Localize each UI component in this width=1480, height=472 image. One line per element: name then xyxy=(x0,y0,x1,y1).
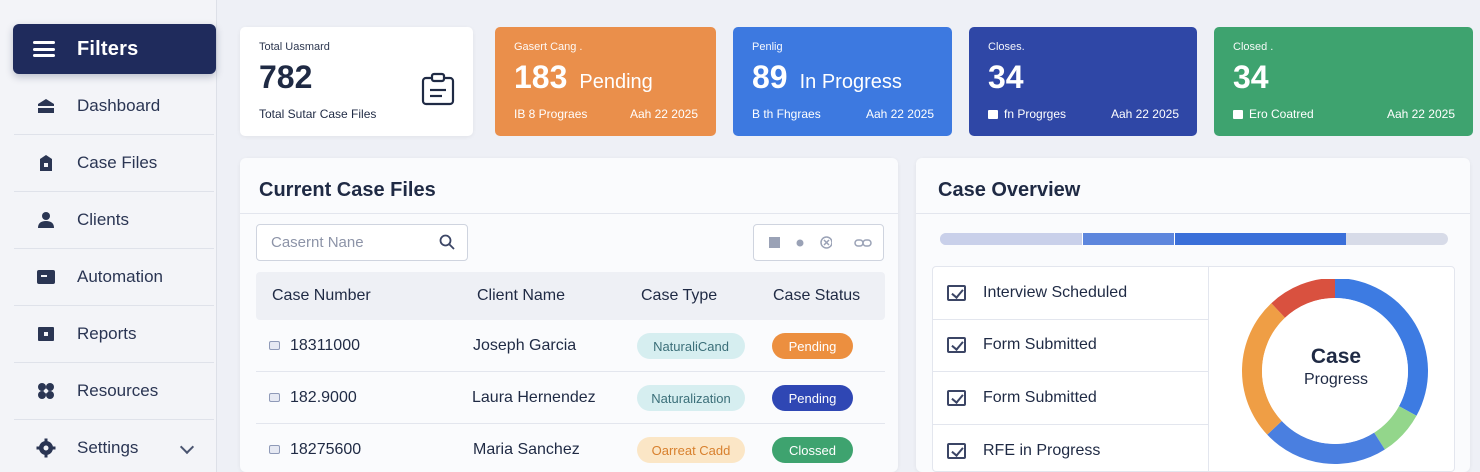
stat-label: Gasert Cang . xyxy=(514,41,583,53)
case-number: 18311000 xyxy=(290,337,360,354)
sidebar-item-resources[interactable]: Resources xyxy=(14,363,214,420)
checkbox-icon[interactable] xyxy=(947,284,966,301)
sidebar-item-dashboard[interactable]: Dashboard xyxy=(14,78,214,135)
sidebar-item-reports[interactable]: Reports xyxy=(14,306,214,363)
resources-icon xyxy=(36,382,56,400)
dashboard-icon xyxy=(36,97,56,115)
clipboard-icon xyxy=(421,72,455,106)
settings-icon xyxy=(36,438,56,458)
client-name: Joseph Garcia xyxy=(473,337,577,354)
case-files-panel: Current Case Files Case Number Client Na… xyxy=(240,158,898,472)
stat-card-in-progress[interactable]: Penlig 89 In Progress B th Fhgraes Aah 22 … xyxy=(733,27,952,136)
grid-view-icon[interactable] xyxy=(768,237,780,249)
donut-center-title: Case xyxy=(1310,345,1362,368)
filters-label: Filters xyxy=(77,37,139,60)
square-icon xyxy=(1233,109,1243,119)
column-header[interactable]: Case Number xyxy=(272,287,371,305)
divider xyxy=(1208,267,1209,472)
file-icon xyxy=(269,341,280,350)
checkbox-icon[interactable] xyxy=(947,337,966,354)
checkbox-icon[interactable] xyxy=(947,442,966,459)
checklist-item[interactable]: Form Submitted xyxy=(933,372,1208,425)
donut-center-subtitle: Progress xyxy=(1303,371,1369,388)
sidebar: Filters Dashboard Case Files Clients Aut… xyxy=(0,0,217,472)
case-progress-bar xyxy=(940,233,1448,245)
stat-label: Closes. xyxy=(988,41,1025,53)
status-badge: Pending xyxy=(772,385,853,411)
stat-card-closes[interactable]: Closes. 34 fn Progrges Aah 22 2025 xyxy=(969,27,1197,136)
case-type-badge: NaturaliCand xyxy=(637,333,745,359)
stat-footer: IB 8 Prograes Aah 22 2025 xyxy=(514,107,698,121)
sidebar-item-automation[interactable]: Automation xyxy=(14,249,214,306)
file-icon xyxy=(269,393,280,402)
stat-card-pending[interactable]: Gasert Cang . 183 Pending IB 8 Prograes Aa… xyxy=(495,27,716,136)
divider xyxy=(916,213,1470,214)
table-row[interactable]: 18311000 Joseph Garcia NaturaliCand Pend… xyxy=(256,320,885,372)
stat-label: Penlig xyxy=(752,41,783,53)
search-input[interactable] xyxy=(271,234,431,251)
status-badge: Pending xyxy=(772,333,853,359)
case-type-badge: Oarreat Cadd xyxy=(637,437,745,463)
stat-value: 34 xyxy=(1233,59,1269,95)
table-header: Case Number Client Name Case Type Case S… xyxy=(256,272,885,320)
filters-button[interactable]: Filters xyxy=(13,24,216,74)
case-number: 18275600 xyxy=(290,441,362,458)
checkbox-icon[interactable] xyxy=(947,389,966,406)
stat-footer: Total Sutar Case Files xyxy=(259,107,377,121)
divider xyxy=(240,213,898,214)
chevron-down-icon[interactable] xyxy=(179,439,195,455)
sidebar-nav: Dashboard Case Files Clients Automation … xyxy=(14,78,214,472)
stat-value: 34 xyxy=(988,59,1024,95)
checklist-item[interactable]: Form Submitted xyxy=(933,320,1208,372)
reports-icon xyxy=(36,325,56,343)
stat-value: 183 Pending xyxy=(514,59,653,95)
stat-card-closed[interactable]: Closed . 34 Ero Coatred Aah 22 2025 xyxy=(1214,27,1473,136)
clients-icon xyxy=(36,211,56,229)
status-badge: Clossed xyxy=(772,437,853,463)
link-icon[interactable] xyxy=(854,237,872,249)
checklist-item[interactable]: Interview Scheduled xyxy=(933,267,1208,320)
table-tools xyxy=(753,224,884,261)
stat-card-total[interactable]: Total Uasmard 782 Total Sutar Case Files xyxy=(240,27,473,136)
progress-segment xyxy=(940,233,1083,245)
table-row[interactable]: 18275600 Maria Sanchez Oarreat Cadd Clos… xyxy=(256,424,885,472)
sidebar-item-case-files[interactable]: Case Files xyxy=(14,135,214,192)
stat-footer: fn Progrges Aah 22 2025 xyxy=(988,107,1179,121)
square-icon xyxy=(988,109,998,119)
automation-icon xyxy=(36,268,56,286)
hamburger-icon xyxy=(33,41,55,57)
close-circle-icon[interactable] xyxy=(820,236,832,249)
progress-segment xyxy=(1173,233,1347,245)
pin-icon[interactable] xyxy=(794,237,806,249)
sidebar-item-settings[interactable]: Settings xyxy=(14,420,214,472)
client-name: Maria Sanchez xyxy=(473,441,580,458)
file-icon xyxy=(269,445,280,454)
stat-footer: B th Fhgraes Aah 22 2025 xyxy=(752,107,934,121)
stat-footer: Ero Coatred Aah 22 2025 xyxy=(1233,107,1455,121)
search-box xyxy=(256,224,468,261)
panel-title: Case Overview xyxy=(938,179,1081,201)
table-row[interactable]: 182.9000 Laura Hernendez Naturalization … xyxy=(256,372,885,424)
column-header[interactable]: Client Name xyxy=(477,287,565,305)
case-files-icon xyxy=(36,154,56,172)
panel-title: Current Case Files xyxy=(259,179,436,201)
sidebar-item-clients[interactable]: Clients xyxy=(14,192,214,249)
client-name: Laura Hernendez xyxy=(472,389,596,406)
stat-label: Closed . xyxy=(1233,41,1274,53)
search-icon[interactable] xyxy=(439,234,455,250)
case-type-badge: Naturalization xyxy=(637,385,745,411)
column-header[interactable]: Case Type xyxy=(641,287,717,305)
stat-value: 89 In Progress xyxy=(752,59,902,95)
column-header[interactable]: Case Status xyxy=(773,287,860,305)
progress-segment xyxy=(1082,233,1174,245)
case-number: 182.9000 xyxy=(290,389,357,406)
checklist: Interview Scheduled Form Submitted Form … xyxy=(933,267,1208,472)
stat-label: Total Uasmard xyxy=(259,41,330,53)
checklist-item[interactable]: RFE in Progress xyxy=(933,425,1208,472)
